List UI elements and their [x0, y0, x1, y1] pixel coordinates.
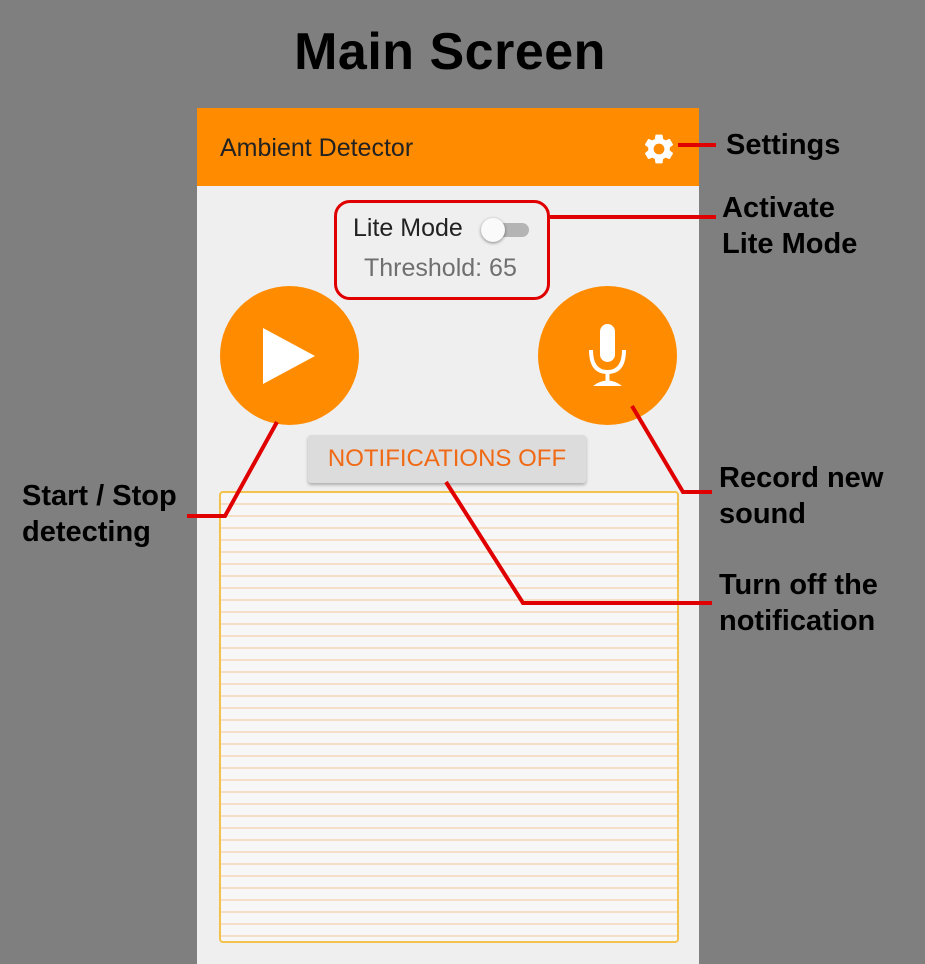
play-icon	[263, 328, 315, 384]
page-title: Main Screen	[294, 23, 606, 81]
annotation-lite-mode: Activate Lite Mode	[722, 192, 858, 260]
annotation-notification: Turn off the notification	[719, 569, 878, 637]
annotation-start-stop: Start / Stop detecting	[22, 480, 177, 548]
annotation-settings: Settings	[726, 129, 841, 161]
annotation-record: Record new sound	[719, 462, 884, 530]
record-sound-button[interactable]	[538, 286, 677, 425]
notifications-off-button[interactable]: NOTIFICATIONS OFF	[308, 435, 586, 483]
lite-mode-highlight	[334, 200, 550, 300]
app-title: Ambient Detector	[220, 134, 414, 162]
microphone-icon	[589, 324, 626, 386]
gear-icon[interactable]	[641, 131, 677, 167]
start-stop-button[interactable]	[220, 286, 359, 425]
detection-log-area	[219, 491, 679, 943]
app-bar: Ambient Detector	[197, 108, 699, 186]
